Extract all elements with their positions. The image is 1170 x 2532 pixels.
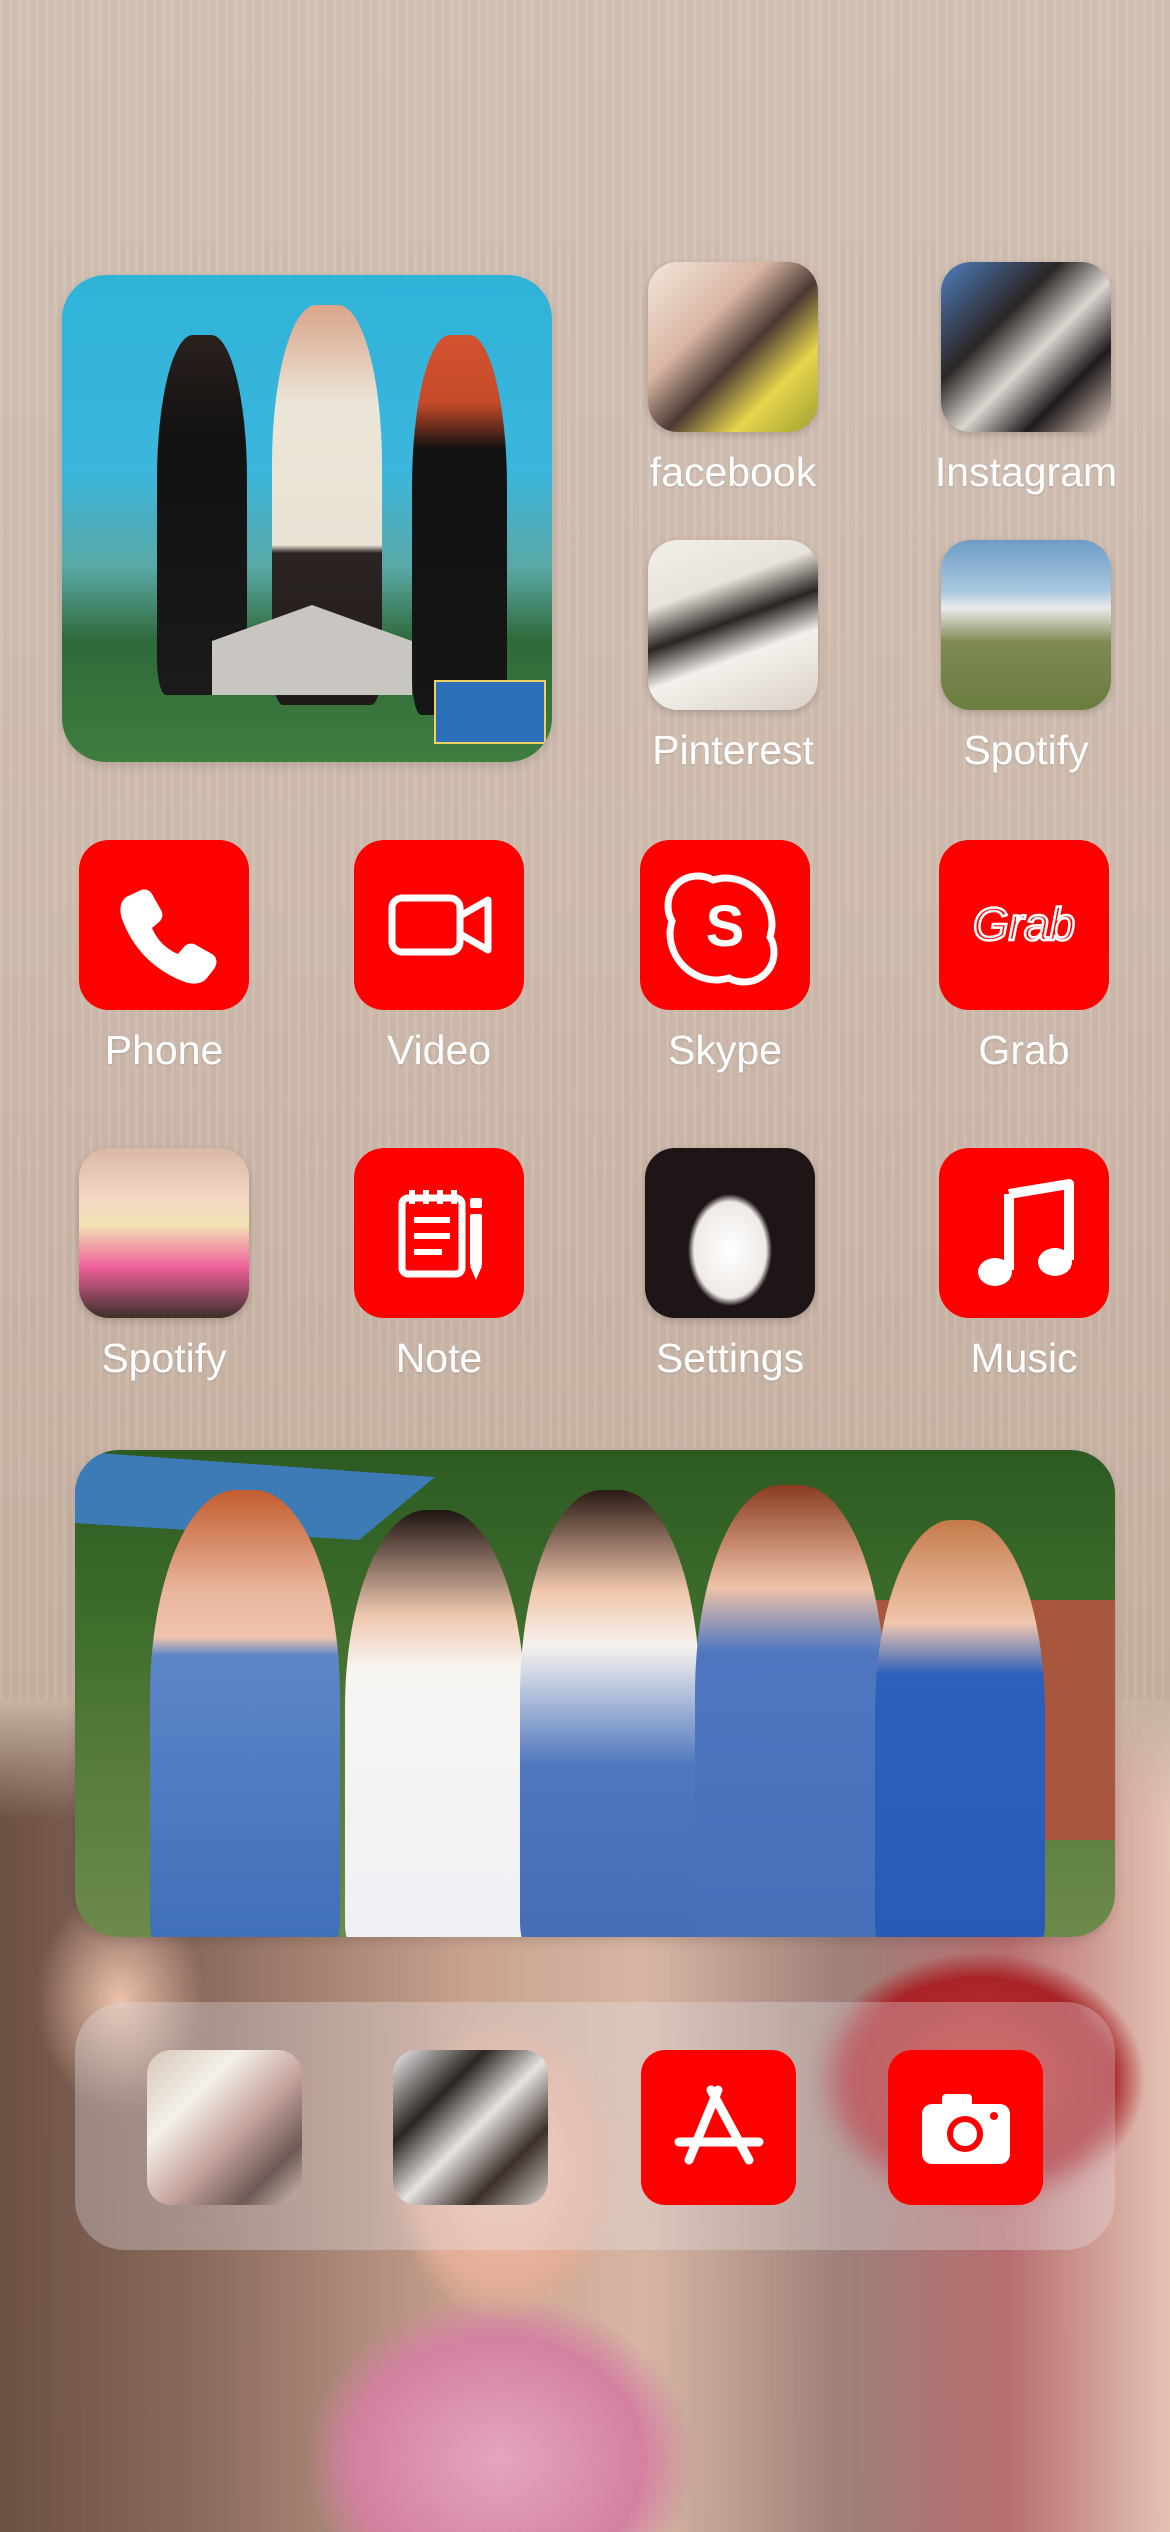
video-camera-icon [354,840,524,1010]
app-label: Video [386,1027,492,1073]
app-label: Note [395,1335,483,1381]
grab-logo-text: Grab [973,898,1075,950]
phone-icon [79,840,249,1010]
app-settings[interactable]: Settings [610,1148,850,1382]
app-phone[interactable]: Phone [44,840,284,1074]
spotify-photo-icon [79,1148,249,1318]
skype-icon: S [640,840,810,1010]
app-store-icon[interactable] [641,2050,796,2205]
dock [75,2002,1115,2250]
dock-photo-app-2[interactable] [393,2050,548,2205]
photo-widget-wide[interactable] [75,1450,1115,1937]
app-label: Grab [978,1027,1070,1073]
grab-logo-icon: Grab [939,840,1109,1010]
app-note[interactable]: Note [319,1148,559,1382]
app-label: Skype [668,1027,782,1073]
photo-widget-large[interactable] [62,275,552,762]
dock-photo-app-1[interactable] [147,2050,302,2205]
app-facebook[interactable]: facebook [613,262,853,496]
app-label: Spotify [963,727,1089,773]
app-video[interactable]: Video [319,840,559,1074]
app-label: Pinterest [652,727,814,773]
app-label: Music [970,1335,1078,1381]
app-spotify-top[interactable]: Spotify [906,540,1146,774]
app-instagram[interactable]: Instagram [906,262,1146,496]
svg-text:S: S [706,894,745,959]
app-label: Instagram [934,449,1118,495]
app-label: Spotify [101,1335,227,1381]
pinterest-photo-icon [648,540,818,710]
app-label: Settings [655,1335,805,1381]
app-label: Phone [104,1027,224,1073]
music-note-icon [939,1148,1109,1318]
app-music[interactable]: Music [904,1148,1144,1382]
app-grab[interactable]: Grab Grab [904,840,1144,1074]
facebook-photo-icon [648,262,818,432]
app-label: facebook [649,449,817,495]
app-pinterest[interactable]: Pinterest [613,540,853,774]
camera-icon[interactable] [888,2050,1043,2205]
app-skype[interactable]: S Skype [605,840,845,1074]
notepad-icon [354,1148,524,1318]
app-spotify-mid[interactable]: Spotify [44,1148,284,1382]
settings-photo-icon [645,1148,815,1318]
instagram-photo-icon [941,262,1111,432]
spotify-photo-icon [941,540,1111,710]
